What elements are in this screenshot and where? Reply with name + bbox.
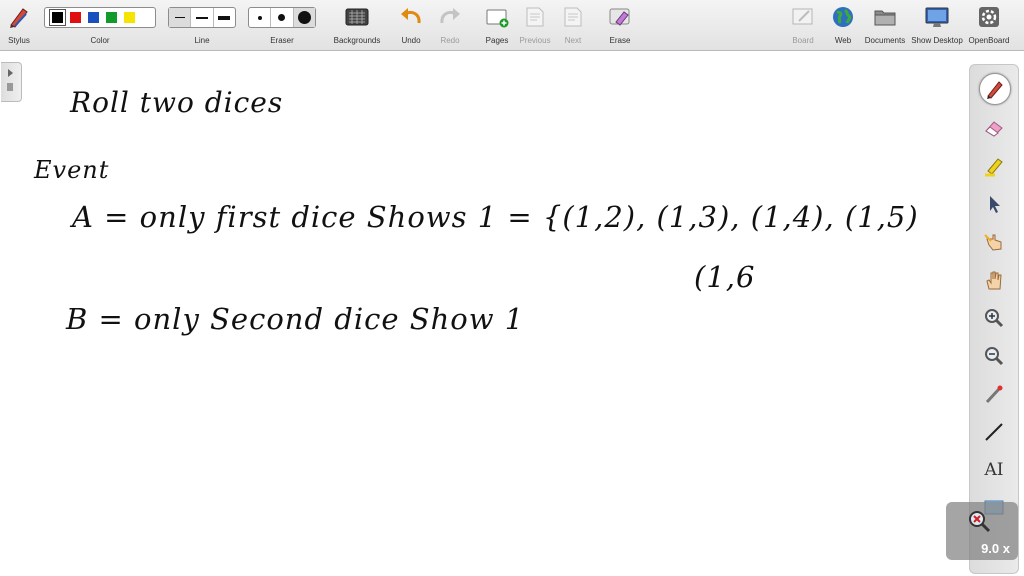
color-swatch-green[interactable] [106, 12, 117, 23]
erase-label: Erase [609, 36, 631, 45]
line-width-thick[interactable] [212, 8, 235, 27]
stylus-icon [10, 8, 28, 28]
selector-icon [990, 196, 1000, 213]
documents-button[interactable]: Documents [862, 0, 908, 50]
line-group: Line [168, 0, 236, 50]
next-page-icon [564, 7, 582, 27]
previous-page-button[interactable]: Previous [516, 0, 554, 50]
backgrounds-label: Backgrounds [333, 36, 381, 45]
folder-icon [874, 10, 896, 26]
marker-icon [985, 158, 1003, 177]
line-icon [985, 423, 1003, 441]
line-width-thin[interactable] [169, 8, 191, 27]
zoom-in-tool-button[interactable] [979, 303, 1009, 333]
undo-label: Undo [401, 36, 421, 45]
zoom-in-icon [985, 309, 1004, 328]
selector-tool-button[interactable] [979, 189, 1009, 219]
pen-tool-button[interactable] [979, 73, 1011, 105]
zoom-out-tool-button[interactable] [979, 341, 1009, 371]
color-label: Color [90, 36, 110, 45]
tool-dock: AI [969, 64, 1019, 574]
backgrounds-button[interactable]: Backgrounds [330, 0, 384, 50]
handwritten-line-5: B = only Second dice Show 1 [66, 302, 525, 336]
zoom-reset-icon [969, 511, 991, 533]
redo-icon [440, 8, 460, 24]
eraser-size-small[interactable] [249, 8, 270, 27]
next-page-button[interactable]: Next [558, 0, 588, 50]
main-toolbar: Stylus Color Line Eraser Backgrounds Und… [0, 0, 1024, 51]
openboard-button[interactable]: OpenBoard [966, 0, 1012, 50]
handwritten-line-3: A = only first dice Shows 1 = {(1,2), (1… [72, 200, 919, 234]
hand-icon [986, 271, 1002, 290]
gear-icon [979, 7, 999, 27]
undo-button[interactable]: Undo [396, 0, 426, 50]
color-swatch-yellow[interactable] [124, 12, 135, 23]
globe-icon [833, 7, 853, 27]
previous-page-icon [526, 7, 544, 27]
eraser-label: Eraser [270, 36, 294, 45]
stylus-button[interactable]: Stylus [2, 0, 36, 50]
color-swatch-blue[interactable] [88, 12, 99, 23]
add-page-icon [486, 9, 509, 28]
eraser-size-large[interactable] [292, 8, 315, 27]
laser-pointer-tool-button[interactable] [979, 379, 1009, 409]
line-label: Line [194, 36, 210, 45]
line-width-medium[interactable] [190, 8, 212, 27]
show-desktop-button[interactable]: Show Desktop [910, 0, 964, 50]
eraser-size-bar [248, 7, 316, 28]
handwritten-line-2: Event [34, 156, 110, 184]
board-label: Board [792, 36, 814, 45]
previous-label: Previous [519, 36, 551, 45]
redo-button[interactable]: Redo [435, 0, 465, 50]
web-label: Web [834, 36, 852, 45]
stylus-label: Stylus [8, 36, 30, 45]
eraser-icon [985, 121, 1003, 137]
zoom-indicator[interactable]: 9.0 x [946, 502, 1018, 560]
monitor-icon [925, 7, 949, 27]
color-swatch-red[interactable] [70, 12, 81, 23]
handwritten-line-1: Roll two dices [70, 86, 284, 119]
board-icon [792, 8, 813, 25]
eraser-size-medium[interactable] [270, 8, 292, 27]
undo-icon [401, 8, 421, 24]
color-swatch-bar [44, 7, 156, 28]
show-desktop-label: Show Desktop [911, 36, 963, 45]
line-width-bar [168, 7, 236, 28]
documents-label: Documents [864, 36, 906, 45]
pages-button[interactable]: Pages [482, 0, 512, 50]
zoom-out-icon [985, 347, 1004, 366]
hand-tool-button[interactable] [979, 265, 1009, 295]
line-tool-button[interactable] [979, 417, 1009, 447]
marker-tool-button[interactable] [979, 151, 1009, 181]
openboard-label: OpenBoard [968, 36, 1010, 45]
laser-pointer-icon [985, 385, 1003, 404]
backgrounds-icon [345, 8, 369, 26]
erase-board-icon [609, 8, 630, 26]
text-icon: AI [984, 460, 1004, 480]
erase-button[interactable]: Erase [604, 0, 636, 50]
pen-icon [987, 81, 1003, 99]
whiteboard-canvas[interactable]: Roll two dices Event A = only first dice… [0, 52, 960, 576]
pages-label: Pages [485, 36, 509, 45]
eraser-tool-button[interactable] [979, 113, 1009, 143]
next-label: Next [564, 36, 582, 45]
zoom-level: 9.0 x [981, 541, 1010, 556]
text-tool-button[interactable]: AI [979, 455, 1009, 485]
eraser-group: Eraser [248, 0, 316, 50]
redo-label: Redo [440, 36, 460, 45]
interactor-tool-button[interactable] [979, 227, 1009, 257]
color-swatch-black[interactable] [49, 9, 66, 26]
web-button[interactable]: Web [828, 0, 858, 50]
board-button[interactable]: Board [788, 0, 818, 50]
color-group: Color [44, 0, 156, 50]
handwritten-line-4: (1,6 [694, 260, 756, 294]
pointing-hand-icon [984, 234, 1002, 251]
